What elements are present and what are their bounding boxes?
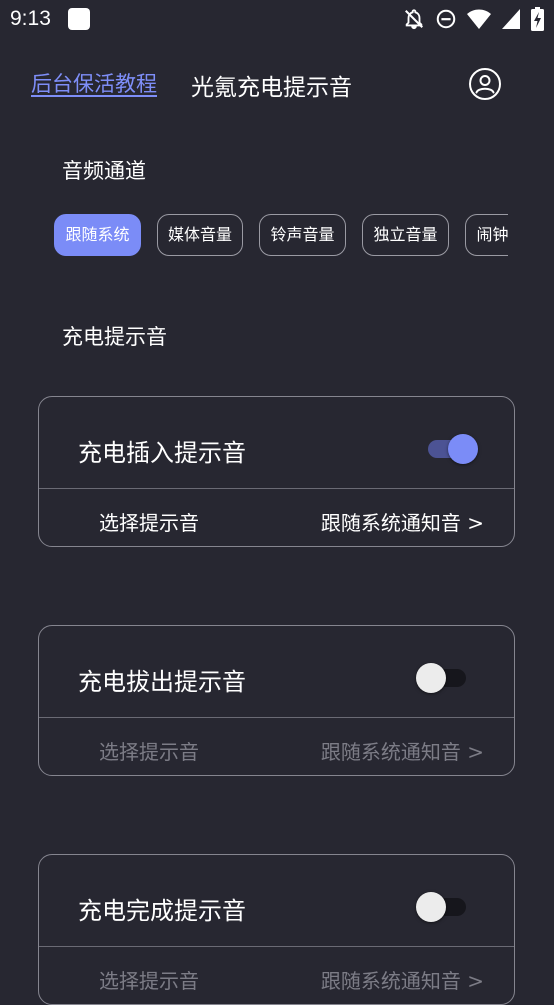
plug-in-sound-toggle[interactable]: [426, 431, 482, 467]
chip-independent-volume[interactable]: 独立音量: [362, 214, 449, 256]
status-time: 9:13: [10, 7, 51, 30]
audio-channel-label: 音频通道: [62, 159, 146, 183]
notifications-off-icon: [405, 9, 423, 30]
card-title: 充电插入提示音: [78, 439, 246, 467]
card-divider: [39, 946, 514, 947]
selected-sound-value[interactable]: 跟随系统通知音 >: [321, 507, 484, 536]
wifi-icon: [467, 9, 491, 29]
card-divider: [39, 488, 514, 489]
unplug-sound-toggle[interactable]: [416, 660, 472, 696]
selected-sound-value[interactable]: 跟随系统通知音 >: [321, 736, 484, 765]
charge-plug-in-card: 充电插入提示音 选择提示音 跟随系统通知音 >: [38, 396, 515, 547]
toggle-thumb: [416, 663, 446, 693]
account-icon: [475, 75, 495, 94]
chip-media-volume[interactable]: 媒体音量: [157, 214, 243, 256]
charge-unplug-card: 充电拔出提示音 选择提示音 跟随系统通知音 >: [38, 625, 515, 776]
complete-sound-toggle[interactable]: [416, 889, 472, 925]
battery-charging-icon: [531, 7, 544, 31]
charge-complete-card: 充电完成提示音 选择提示音 跟随系统通知音 >: [38, 854, 515, 1005]
page-title: 光氪充电提示音: [191, 75, 352, 101]
selected-sound-value[interactable]: 跟随系统通知音 >: [321, 965, 484, 994]
card-title: 充电拔出提示音: [78, 668, 246, 696]
select-sound-label[interactable]: 选择提示音: [99, 507, 199, 536]
charging-sounds-label: 充电提示音: [62, 325, 167, 349]
status-icons: [403, 7, 544, 31]
app-notification-icon: [68, 8, 90, 30]
chip-alarm-volume[interactable]: 闹钟音量: [465, 214, 508, 256]
toggle-thumb: [448, 434, 478, 464]
card-title: 充电完成提示音: [78, 897, 246, 925]
signal-icon: [502, 9, 520, 29]
select-sound-label[interactable]: 选择提示音: [99, 965, 199, 994]
status-bar: 9:13: [0, 0, 554, 40]
chip-follow-system[interactable]: 跟随系统: [54, 214, 141, 256]
card-divider: [39, 717, 514, 718]
background-keepalive-tutorial-link[interactable]: 后台保活教程: [31, 68, 157, 98]
audio-channel-chips: 跟随系统 媒体音量 铃声音量 独立音量 闹钟音量: [54, 214, 508, 258]
do-not-disturb-icon: [436, 9, 456, 29]
account-button[interactable]: [469, 68, 501, 100]
select-sound-label[interactable]: 选择提示音: [99, 736, 199, 765]
chip-ringtone-volume[interactable]: 铃声音量: [259, 214, 346, 256]
toggle-thumb: [416, 892, 446, 922]
